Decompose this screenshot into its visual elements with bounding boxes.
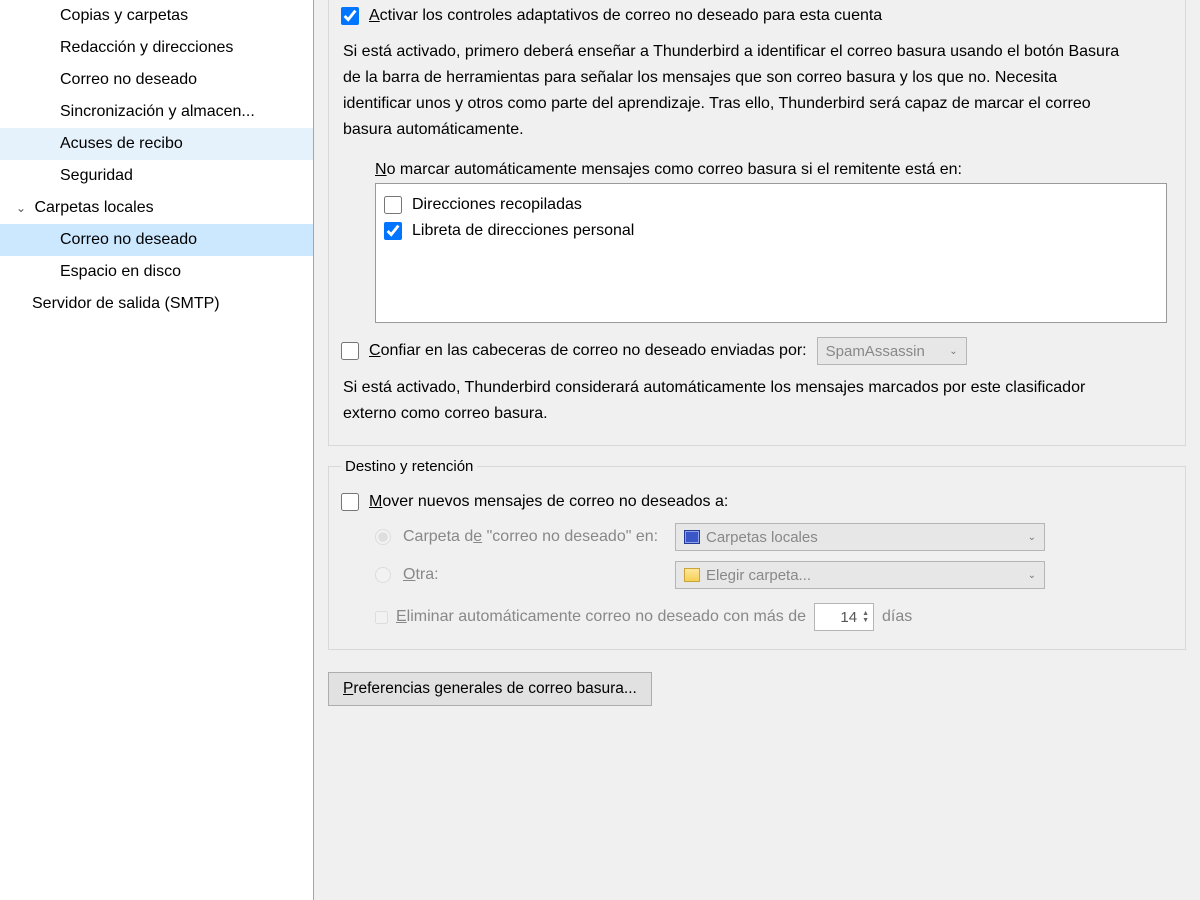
whitelist-item-personal[interactable]: Libreta de direcciones personal [384, 220, 1158, 242]
select-junk-folder-account[interactable]: Carpetas locales ⌄ [675, 523, 1045, 551]
sidebar-item-local-junk[interactable]: Correo no deseado [0, 224, 313, 256]
checkbox-move-junk-label: Mover nuevos mensajes de correo no desea… [369, 491, 728, 513]
whitelist-item-collected[interactable]: Direcciones recopiladas [384, 194, 1158, 216]
select-other-folder-value: Elegir carpeta... [706, 567, 1018, 584]
junk-settings-panel: Selección Activar los controles adaptati… [314, 0, 1200, 900]
select-trust-headers-value: SpamAssassin [826, 343, 925, 360]
select-other-folder[interactable]: Elegir carpeta... ⌄ [675, 561, 1045, 589]
sidebar-item-receipts[interactable]: Acuses de recibo [0, 128, 313, 160]
auto-delete-days-unit: días [882, 608, 912, 626]
monitor-icon [684, 530, 700, 544]
checkbox-trust-headers[interactable]: Confiar en las cabeceras de correo no de… [341, 337, 1173, 365]
checkbox-enable-adaptive[interactable]: Activar los controles adaptativos de cor… [341, 5, 1173, 27]
sidebar-item-sync[interactable]: Sincronización y almacen... [0, 96, 313, 128]
checkbox-move-junk-input[interactable] [341, 493, 359, 511]
sidebar-root-smtp-label: Servidor de salida (SMTP) [32, 295, 220, 312]
checkbox-trust-headers-label: Confiar en las cabeceras de correo no de… [369, 342, 807, 360]
checkbox-auto-delete-input[interactable] [375, 611, 388, 624]
sidebar-item-composition[interactable]: Redacción y direcciones [0, 32, 313, 64]
chevron-down-icon: ⌄ [1028, 570, 1036, 581]
whitelist-item-collected-input[interactable] [384, 196, 402, 214]
checkbox-trust-headers-input[interactable] [341, 342, 359, 360]
radio-other-folder-input[interactable] [375, 567, 391, 583]
spinner-buttons[interactable]: ▲ ▼ [860, 609, 871, 625]
radio-other-folder-label: Otra: [403, 566, 663, 584]
checkbox-auto-delete-label: Eliminar automáticamente correo no desea… [396, 608, 806, 626]
trust-headers-explanation: Si está activado, Thunderbird considerar… [343, 375, 1123, 427]
account-settings-sidebar: Copias y carpetas Redacción y direccione… [0, 0, 314, 900]
checkbox-enable-adaptive-input[interactable] [341, 7, 359, 25]
auto-delete-days-value: 14 [821, 609, 860, 626]
radio-junk-folder-input[interactable] [375, 529, 391, 545]
whitelist-item-personal-input[interactable] [384, 222, 402, 240]
global-junk-prefs-button[interactable]: Preferencias generales de correo basura.… [328, 672, 652, 706]
select-trust-headers[interactable]: SpamAssassin ⌄ [817, 337, 967, 365]
checkbox-enable-adaptive-label: Activar los controles adaptativos de cor… [369, 5, 882, 27]
chevron-up-icon[interactable]: ▲ [862, 610, 869, 617]
whitelist-label: No marcar automáticamente mensajes como … [375, 161, 1173, 179]
radio-other-folder[interactable]: Otra: Elegir carpeta... ⌄ [375, 561, 1173, 589]
radio-junk-folder-label: Carpeta de "correo no deseado" en: [403, 528, 663, 546]
adaptive-explanation: Si está activado, primero deberá enseñar… [343, 39, 1123, 143]
sidebar-item-copies[interactable]: Copias y carpetas [0, 0, 313, 32]
sidebar-item-local-disk[interactable]: Espacio en disco [0, 256, 313, 288]
chevron-down-icon: ⌄ [1028, 532, 1036, 543]
sidebar-root-local-folders[interactable]: ⌄ Carpetas locales [0, 192, 313, 224]
auto-delete-days-input[interactable]: 14 ▲ ▼ [814, 603, 874, 631]
chevron-down-icon[interactable]: ▼ [862, 617, 869, 624]
checkbox-auto-delete[interactable]: Eliminar automáticamente correo no desea… [375, 603, 1173, 631]
chevron-down-icon: ⌄ [949, 346, 957, 357]
folder-icon [684, 568, 700, 582]
checkbox-move-junk[interactable]: Mover nuevos mensajes de correo no desea… [341, 491, 1173, 513]
sidebar-root-smtp[interactable]: Servidor de salida (SMTP) [0, 288, 313, 320]
chevron-down-icon: ⌄ [14, 192, 28, 224]
radio-junk-folder[interactable]: Carpeta de "correo no deseado" en: Carpe… [375, 523, 1173, 551]
group-destination: Destino y retención Mover nuevos mensaje… [328, 458, 1186, 650]
group-selection: Selección Activar los controles adaptati… [328, 0, 1186, 446]
whitelist-item-personal-label: Libreta de direcciones personal [412, 220, 634, 242]
sidebar-root-local-folders-label: Carpetas locales [34, 199, 153, 216]
whitelist-item-collected-label: Direcciones recopiladas [412, 194, 582, 216]
sidebar-item-security[interactable]: Seguridad [0, 160, 313, 192]
whitelist-listbox[interactable]: Direcciones recopiladas Libreta de direc… [375, 183, 1167, 323]
sidebar-item-junk[interactable]: Correo no deseado [0, 64, 313, 96]
select-junk-folder-account-value: Carpetas locales [706, 529, 1018, 546]
group-destination-legend: Destino y retención [341, 458, 477, 475]
